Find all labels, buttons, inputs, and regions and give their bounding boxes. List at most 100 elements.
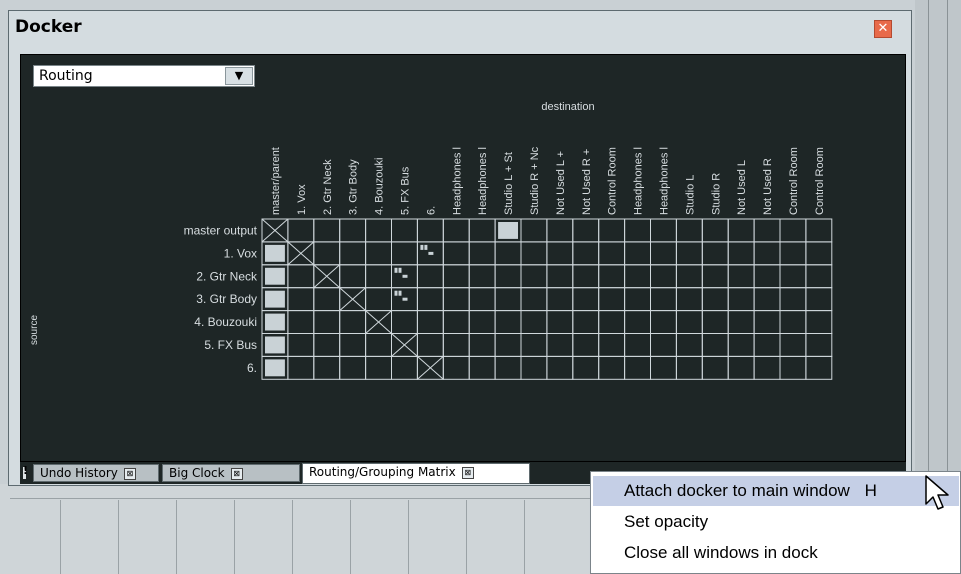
matrix-cell	[598, 333, 626, 357]
matrix-cell	[675, 241, 703, 266]
menu-item-label: Attach docker to main window	[624, 481, 850, 500]
column-label: Studio L	[684, 175, 696, 215]
column-label: Headphones l	[633, 147, 645, 215]
matrix-cell	[287, 218, 315, 243]
matrix-cell	[779, 310, 807, 335]
matrix-cell	[468, 264, 496, 289]
matrix-cell	[313, 333, 341, 357]
matrix-cell	[416, 310, 444, 335]
menu-item-attach-docker[interactable]: Attach docker to main window H	[593, 476, 959, 506]
matrix-cell	[416, 264, 444, 289]
matrix-cell	[650, 355, 677, 380]
matrix-cell	[313, 241, 341, 266]
matrix-cell	[365, 287, 393, 312]
channel-mapping-mark	[394, 267, 398, 273]
matrix-cell	[805, 355, 833, 380]
matrix-cell	[365, 355, 393, 380]
matrix-cell	[650, 241, 677, 266]
matrix-cell	[701, 310, 729, 335]
routing-send-cell	[265, 313, 285, 331]
matrix-cell	[753, 310, 781, 335]
matrix-cell	[675, 355, 703, 380]
matrix-cell	[520, 287, 548, 312]
matrix-cell	[624, 218, 651, 243]
matrix-cell	[572, 355, 600, 380]
matrix-cell	[546, 264, 574, 289]
tab-routing-grouping-matrix[interactable]: Routing/Grouping Matrix ⊠	[302, 463, 530, 484]
channel-mapping-mark	[402, 274, 408, 278]
matrix-cell	[779, 218, 807, 243]
matrix-cell	[598, 218, 626, 243]
tab-big-clock[interactable]: Big Clock ⊠	[162, 464, 300, 482]
matrix-cell	[365, 241, 393, 266]
column-label: Studio R + Nc	[529, 146, 541, 215]
menu-item-close-all-windows[interactable]: Close all windows in dock	[593, 538, 959, 568]
routing-send-cell	[265, 290, 285, 308]
matrix-cell	[805, 287, 833, 312]
matrix-cell	[727, 333, 755, 357]
tab-label: Big Clock	[169, 466, 225, 480]
matrix-cell	[701, 241, 729, 266]
row-label: 3. Gtr Body	[196, 292, 257, 306]
menu-item-set-opacity[interactable]: Set opacity	[593, 507, 959, 537]
matrix-cell	[494, 264, 522, 289]
matrix-cell	[546, 355, 574, 380]
column-label: Not Used R	[762, 158, 774, 215]
matrix-cell	[701, 355, 729, 380]
matrix-cell	[572, 333, 600, 357]
matrix-cell	[753, 333, 781, 357]
close-icon[interactable]: ⊠	[461, 466, 474, 479]
matrix-cell	[339, 264, 367, 289]
matrix-cell	[598, 355, 626, 380]
row-label: 6.	[247, 361, 257, 375]
matrix-cell	[805, 310, 833, 335]
column-label: 6.	[425, 206, 437, 215]
matrix-cell	[494, 287, 522, 312]
matrix-cell	[727, 355, 755, 380]
row-label: 1. Vox	[224, 246, 257, 260]
column-label: Headphones l	[477, 147, 489, 215]
matrix-cell	[753, 264, 781, 289]
column-label: Control Room	[788, 147, 800, 215]
column-label: 3. Gtr Body	[348, 159, 360, 215]
matrix-cell	[339, 333, 367, 357]
matrix-cell	[546, 241, 574, 266]
matrix-cell	[365, 333, 393, 357]
matrix-cell	[287, 333, 315, 357]
matrix-cell	[572, 241, 600, 266]
matrix-cell	[546, 218, 574, 243]
matrix-cell	[287, 355, 315, 380]
routing-send-cell	[265, 244, 285, 262]
matrix-cell	[701, 333, 729, 357]
matrix-cell	[442, 310, 470, 335]
column-label: Not Used L +	[555, 151, 567, 215]
view-select-value: Routing	[39, 68, 93, 84]
matrix-cell	[339, 218, 367, 243]
matrix-cell	[779, 287, 807, 312]
row-label: master output	[184, 223, 258, 237]
matrix-cell	[624, 287, 651, 312]
matrix-cell	[650, 287, 677, 312]
matrix-cell	[727, 264, 755, 289]
matrix-cell	[442, 333, 470, 357]
matrix-cell	[494, 241, 522, 266]
matrix-cell	[391, 218, 418, 243]
column-label: Control Room	[814, 147, 826, 215]
tab-undo-history[interactable]: Undo History ⊠	[33, 464, 159, 482]
matrix-cell	[494, 355, 522, 380]
column-label: Not Used R +	[581, 149, 593, 215]
view-select-dropdown[interactable]: Routing ▼	[33, 65, 255, 87]
chevron-down-icon[interactable]: ▼	[225, 67, 253, 85]
column-label: Studio R	[710, 173, 722, 215]
close-icon[interactable]: ⊠	[230, 467, 243, 480]
matrix-cell	[675, 333, 703, 357]
column-label: Control Room	[607, 147, 619, 215]
matrix-cell	[701, 264, 729, 289]
matrix-cell	[598, 264, 626, 289]
matrix-cell	[365, 264, 393, 289]
matrix-cell	[675, 264, 703, 289]
matrix-cell	[442, 241, 470, 266]
column-label: Headphones l	[658, 147, 670, 215]
source-label: source	[29, 315, 40, 345]
close-icon[interactable]: ⊠	[123, 467, 136, 480]
